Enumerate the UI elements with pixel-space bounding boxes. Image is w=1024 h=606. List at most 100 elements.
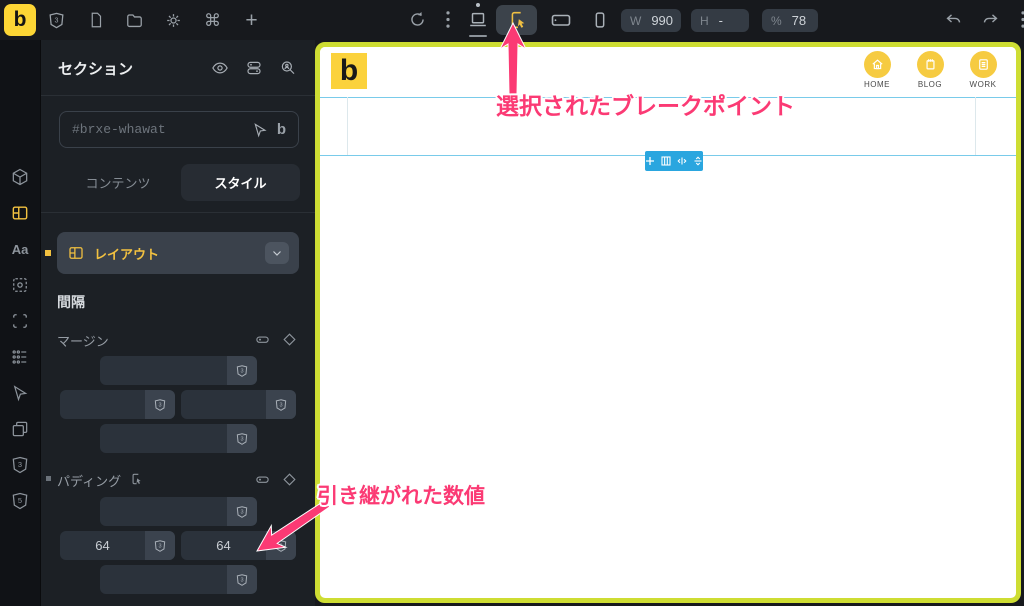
spacing-heading: 間隔 xyxy=(57,294,85,310)
unit-shield-icon[interactable]: 3 xyxy=(266,531,296,560)
shortcuts-command-icon[interactable]: ⌘ xyxy=(203,11,222,30)
padding-left-value: 64 xyxy=(95,538,110,553)
add-element-icon[interactable]: + xyxy=(242,10,261,31)
svg-text:3: 3 xyxy=(279,543,282,549)
breakpoint-tablet-selected-icon[interactable] xyxy=(496,5,537,35)
inspect-loupe-icon[interactable] xyxy=(279,59,297,77)
unit-shield-icon[interactable]: 3 xyxy=(227,497,257,526)
filters-list-icon[interactable] xyxy=(10,347,30,367)
more-options-icon[interactable] xyxy=(438,10,457,29)
select-pointer-icon[interactable] xyxy=(252,122,268,138)
tab-content[interactable]: コンテンツ xyxy=(57,164,179,201)
toolbar-more-icon[interactable] xyxy=(1013,10,1024,29)
margin-top-input[interactable]: 3 xyxy=(100,356,257,385)
redo-icon[interactable] xyxy=(981,10,1000,29)
padding-left-input[interactable]: 64 3 xyxy=(60,531,175,560)
work-list-icon xyxy=(969,51,997,78)
site-nav: HOME BLOG WORK xyxy=(857,51,1003,89)
layout-modified-dot xyxy=(45,250,51,256)
width-value: 990 xyxy=(651,13,674,28)
typography-icon[interactable]: Aa xyxy=(10,239,30,259)
container-guide-left xyxy=(347,97,348,155)
element-action-toolbar xyxy=(645,151,703,171)
margin-top-value xyxy=(100,356,227,385)
reload-icon[interactable] xyxy=(408,10,427,29)
attributes-html-icon[interactable]: 5 xyxy=(10,491,30,511)
nav-item-home[interactable]: HOME xyxy=(857,51,897,89)
margin-bottom-input[interactable]: 3 xyxy=(100,424,257,453)
svg-text:3: 3 xyxy=(240,436,243,442)
margin-label: マージン xyxy=(57,334,109,349)
chevron-down-icon[interactable] xyxy=(265,242,289,264)
margin-left-input[interactable]: 3 xyxy=(60,390,175,419)
folder-icon[interactable] xyxy=(125,11,144,30)
accordion-layout-label: レイアウト xyxy=(94,246,160,262)
margin-visibility-icon[interactable] xyxy=(255,332,270,347)
tab-style[interactable]: スタイル xyxy=(181,164,300,201)
margin-right-input[interactable]: 3 xyxy=(181,390,296,419)
canvas-zoom-input[interactable]: % 78 xyxy=(762,9,818,32)
accordion-layout[interactable]: レイアウト xyxy=(57,232,299,274)
svg-text:5: 5 xyxy=(18,496,22,505)
svg-text:3: 3 xyxy=(55,16,59,24)
nav-item-blog[interactable]: BLOG xyxy=(910,51,950,89)
unit-shield-icon[interactable]: 3 xyxy=(227,565,257,594)
site-logo[interactable]: b xyxy=(331,53,367,89)
states-toggles-icon[interactable] xyxy=(245,59,263,77)
padding-breakpoint-indicator-icon xyxy=(129,472,143,486)
custom-css-icon[interactable]: 3 xyxy=(10,455,30,475)
style-category-rail: Aa 3 5 xyxy=(0,40,40,606)
element-settings-panel: セクション #brxe-whawat b コンテンツ スタイル レイアウト 間隔… xyxy=(40,40,316,606)
canvas-width-input[interactable]: W 990 xyxy=(621,9,681,32)
svg-text:3: 3 xyxy=(158,402,161,408)
padding-top-input[interactable]: 3 xyxy=(100,497,257,526)
margin-link-values-icon[interactable] xyxy=(282,332,297,347)
unit-shield-icon[interactable]: 3 xyxy=(145,390,175,419)
padding-visibility-icon[interactable] xyxy=(255,472,270,487)
interactions-cursor-icon[interactable] xyxy=(10,383,30,403)
transform-box-icon[interactable] xyxy=(10,419,30,439)
unit-shield-icon[interactable]: 3 xyxy=(227,356,257,385)
viewport-frame[interactable]: b HOME BLOG WORK xyxy=(315,42,1021,603)
settings-gear-icon[interactable] xyxy=(164,11,183,30)
panel-title: セクション xyxy=(58,61,134,78)
builder-logo-button[interactable]: b xyxy=(4,4,36,36)
padding-right-input[interactable]: 64 3 xyxy=(181,531,296,560)
desktop-breakpoint-underline xyxy=(469,35,487,37)
nav-item-work[interactable]: WORK xyxy=(963,51,1003,89)
svg-text:3: 3 xyxy=(18,460,22,469)
undo-icon[interactable] xyxy=(944,10,963,29)
canvas-height-input[interactable]: H - xyxy=(691,9,749,32)
breakpoint-mobile-icon[interactable] xyxy=(586,5,614,35)
visibility-eye-icon[interactable] xyxy=(211,59,229,77)
unit-shield-icon[interactable]: 3 xyxy=(145,531,175,560)
element-id-placeholder: #brxe-whawat xyxy=(72,122,166,137)
bricks-builder-app: b 3 ⌘ + W 990 H - % 78 Aa 3 5 セクション #brx… xyxy=(0,0,1024,606)
breakpoint-landscape-icon[interactable] xyxy=(546,5,576,35)
columns-icon[interactable] xyxy=(660,155,672,167)
element-id-input[interactable]: #brxe-whawat b xyxy=(59,111,299,148)
background-icon[interactable] xyxy=(10,275,30,295)
css-icon[interactable]: 3 xyxy=(47,11,66,30)
canvas-area: b HOME BLOG WORK xyxy=(315,40,1024,606)
padding-modified-dot xyxy=(46,476,51,481)
top-toolbar: b 3 ⌘ + W 990 H - % 78 xyxy=(0,0,1024,40)
resize-horizontal-icon[interactable] xyxy=(676,155,688,167)
page-icon[interactable] xyxy=(86,11,105,30)
padding-link-values-icon[interactable] xyxy=(282,472,297,487)
border-icon[interactable] xyxy=(10,311,30,331)
brand-b-icon[interactable]: b xyxy=(277,121,286,138)
width-label: W xyxy=(630,13,642,28)
add-element-icon[interactable] xyxy=(644,155,656,167)
resize-vertical-icon[interactable] xyxy=(692,155,704,167)
padding-bottom-input[interactable]: 3 xyxy=(100,565,257,594)
breakpoint-desktop-icon[interactable] xyxy=(464,5,492,35)
unit-shield-icon[interactable]: 3 xyxy=(227,424,257,453)
element-cube-icon[interactable] xyxy=(10,167,30,187)
zoom-label: % xyxy=(771,13,782,28)
svg-text:3: 3 xyxy=(240,577,243,583)
unit-shield-icon[interactable]: 3 xyxy=(266,390,296,419)
height-label: H xyxy=(700,13,709,28)
layout-icon[interactable] xyxy=(10,203,30,223)
container-guide-right xyxy=(975,97,976,155)
